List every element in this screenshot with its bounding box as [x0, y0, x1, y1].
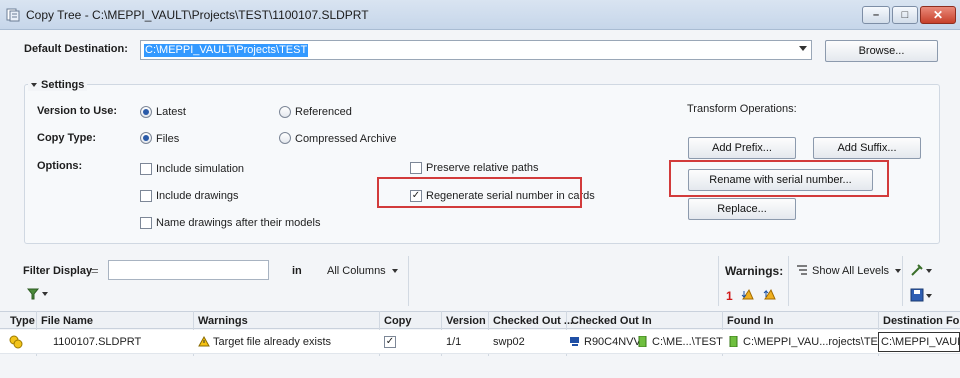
row-destination-folder[interactable]: C:\MEPPI_VAULT — [878, 332, 960, 352]
tree-levels-icon — [797, 265, 807, 275]
computer-icon — [570, 337, 579, 346]
save-icon[interactable] — [910, 288, 934, 302]
maximize-icon: □ — [901, 9, 909, 21]
default-destination-label: Default Destination: — [24, 43, 128, 55]
filter-icon[interactable] — [27, 288, 49, 300]
settings-title: Settings — [41, 79, 85, 91]
row-version: 1/1 — [446, 336, 462, 348]
toolbar-separator — [408, 256, 409, 306]
filter-operator: = — [91, 263, 99, 278]
previous-warning-icon[interactable] — [763, 287, 777, 301]
filter-in-label: in — [292, 265, 302, 277]
include-simulation-checkbox[interactable] — [140, 163, 152, 175]
name-drawings-label: Name drawings after their models — [156, 217, 321, 229]
row-checked-out-in: C:\ME...\TEST — [652, 336, 723, 348]
row-checked-out-computer: R90C4NVV — [584, 336, 641, 348]
options-label: Options: — [37, 160, 83, 172]
copy-type-files-radio[interactable] — [140, 132, 152, 144]
close-button[interactable]: ✕ — [920, 6, 956, 24]
filter-columns-dropdown[interactable]: All Columns — [327, 265, 398, 277]
filter-input[interactable] — [108, 260, 269, 280]
default-destination-combo[interactable]: C:\MEPPI_VAULT\Projects\TEST — [140, 40, 812, 60]
chevron-down-icon — [391, 269, 398, 274]
settings-header[interactable]: Settings — [28, 79, 88, 91]
toolbar-separator — [902, 256, 903, 306]
collapse-caret-icon[interactable] — [31, 83, 37, 88]
row-checked-out-by: swp02 — [493, 336, 525, 348]
grid-header: Type File Name Warnings Copy Version Che… — [0, 311, 960, 329]
name-drawings-checkbox[interactable] — [140, 217, 152, 229]
highlight-box-rename — [669, 160, 889, 197]
include-drawings-label: Include drawings — [156, 190, 239, 202]
warnings-count: 1 — [726, 289, 733, 303]
copy-type-archive-radio[interactable] — [279, 132, 291, 144]
copy-type-archive-label: Compressed Archive — [295, 133, 397, 145]
version-latest-label: Latest — [156, 106, 186, 118]
row-found-in: C:\MEPPI_VAU...rojects\TEST — [743, 336, 892, 348]
include-drawings-checkbox[interactable] — [140, 190, 152, 202]
add-prefix-button[interactable]: Add Prefix... — [688, 137, 796, 159]
toolbar-separator — [718, 256, 719, 306]
warning-icon — [198, 336, 210, 347]
add-suffix-button[interactable]: Add Suffix... — [813, 137, 921, 159]
copy-type-label: Copy Type: — [37, 132, 97, 144]
include-simulation-label: Include simulation — [156, 163, 245, 175]
column-header-checked-out-by[interactable]: Checked Out ... — [493, 315, 573, 327]
preserve-relative-paths-label: Preserve relative paths — [426, 162, 539, 174]
vault-folder-icon — [729, 336, 738, 347]
close-icon: ✕ — [932, 8, 944, 22]
title-bar: Copy Tree - C:\MEPPI_VAULT\Projects\TEST… — [0, 0, 960, 30]
version-referenced-radio[interactable] — [279, 106, 291, 118]
copy-type-files-label: Files — [156, 133, 180, 145]
chevron-down-icon — [895, 269, 902, 274]
version-to-use-label: Version to Use: — [37, 105, 118, 117]
column-header-found-in[interactable]: Found In — [727, 315, 773, 327]
preserve-relative-paths-checkbox[interactable] — [410, 162, 422, 174]
column-header-warnings[interactable]: Warnings — [198, 315, 248, 327]
column-header-destination-folder[interactable]: Destination Folder — [883, 315, 960, 327]
row-file-name: 1100107.SLDPRT — [53, 336, 142, 348]
row-warning: Target file already exists — [213, 336, 331, 348]
replace-button[interactable]: Replace... — [688, 198, 796, 220]
minimize-button[interactable]: – — [862, 6, 890, 24]
copy-tree-app-icon — [6, 8, 20, 22]
warnings-label: Warnings: — [725, 264, 784, 278]
column-header-version[interactable]: Version — [446, 315, 486, 327]
toolbar-separator — [788, 256, 789, 306]
table-row[interactable]: 1100107.SLDPRT Target file already exist… — [0, 330, 960, 354]
maximize-button[interactable]: □ — [892, 6, 918, 24]
default-destination-value: C:\MEPPI_VAULT\Projects\TEST — [144, 44, 309, 57]
show-levels-dropdown[interactable]: Show All Levels — [812, 265, 902, 277]
transform-operations-label: Transform Operations: — [687, 103, 797, 115]
filter-display-label: Filter Display — [23, 265, 93, 277]
window-title: Copy Tree - C:\MEPPI_VAULT\Projects\TEST… — [26, 8, 369, 22]
next-warning-icon[interactable] — [741, 287, 755, 301]
column-header-type[interactable]: Type — [10, 315, 35, 327]
tools-icon[interactable] — [910, 263, 934, 277]
folder-icon — [638, 336, 647, 347]
browse-button[interactable]: Browse... — [825, 40, 938, 62]
column-header-copy[interactable]: Copy — [384, 315, 412, 327]
column-header-file-name[interactable]: File Name — [41, 315, 93, 327]
row-copy-checkbox[interactable]: ✓ — [384, 336, 396, 348]
version-referenced-label: Referenced — [295, 106, 352, 118]
minimize-icon: – — [872, 9, 880, 21]
highlight-box-regenerate — [377, 177, 582, 208]
column-header-checked-out-in[interactable]: Checked Out In — [571, 315, 652, 327]
chevron-down-icon[interactable] — [799, 46, 807, 51]
part-file-icon — [9, 335, 23, 349]
version-latest-radio[interactable] — [140, 106, 152, 118]
